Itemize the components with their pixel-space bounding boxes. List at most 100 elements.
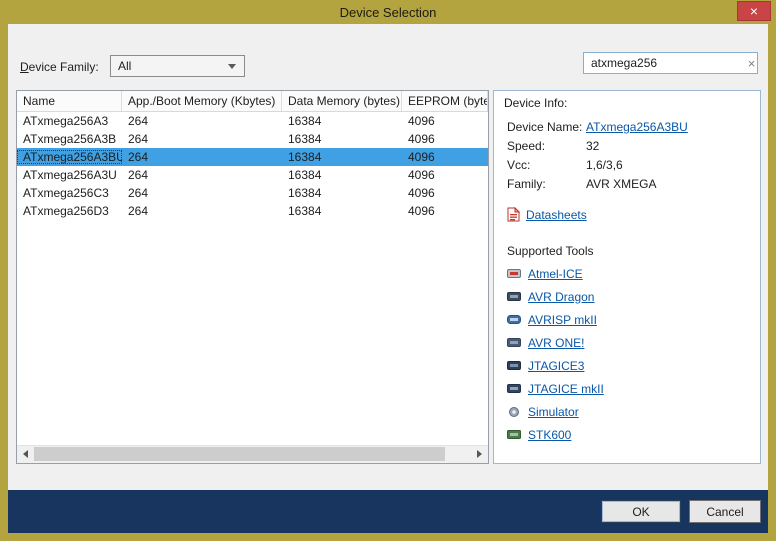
tool-item: Atmel-ICE xyxy=(494,262,760,285)
cancel-button-label: Cancel xyxy=(706,505,743,519)
vcc-field: Vcc: 1,6/3,6 xyxy=(494,158,760,177)
scroll-left-icon xyxy=(19,450,28,458)
dialog-content: Device Family: All × Name App./Boot Memo… xyxy=(8,24,768,533)
cell-eeprom: 4096 xyxy=(402,186,488,200)
device-name-label: Device Name: xyxy=(507,120,586,134)
search-input[interactable] xyxy=(584,56,746,70)
atmel-ice-icon xyxy=(507,268,521,279)
tool-item: AVR Dragon xyxy=(494,285,760,308)
cell-eeprom: 4096 xyxy=(402,168,488,182)
table-row[interactable]: ATxmega256A3 264 16384 4096 xyxy=(17,112,488,130)
clear-search-icon[interactable]: × xyxy=(746,57,757,70)
cell-app-boot-memory: 264 xyxy=(122,186,282,200)
datasheets-link[interactable]: Datasheets xyxy=(526,208,587,222)
cell-data-memory: 16384 xyxy=(282,186,402,200)
cell-name: ATxmega256A3U xyxy=(17,168,122,182)
scroll-right-button[interactable] xyxy=(471,446,488,462)
tool-item: AVR ONE! xyxy=(494,331,760,354)
vcc-label: Vcc: xyxy=(507,158,586,172)
close-button[interactable]: × xyxy=(737,1,771,21)
tool-item: STK600 xyxy=(494,423,760,446)
tool-link[interactable]: AVR ONE! xyxy=(528,336,584,350)
tool-link[interactable]: JTAGICE mkII xyxy=(528,382,604,396)
tool-item: JTAGICE3 xyxy=(494,354,760,377)
table-row[interactable]: ATxmega256D3 264 16384 4096 xyxy=(17,202,488,220)
cell-data-memory: 16384 xyxy=(282,114,402,128)
close-icon: × xyxy=(750,4,758,18)
cell-app-boot-memory: 264 xyxy=(122,132,282,146)
cell-data-memory: 16384 xyxy=(282,150,402,164)
avr-dragon-icon xyxy=(507,291,521,302)
cell-eeprom: 4096 xyxy=(402,114,488,128)
device-name-link[interactable]: ATxmega256A3BU xyxy=(586,120,688,134)
datasheets-row: Datasheets xyxy=(494,196,760,222)
device-table: Name App./Boot Memory (Kbytes) Data Memo… xyxy=(16,90,489,464)
cell-eeprom: 4096 xyxy=(402,204,488,218)
cell-eeprom: 4096 xyxy=(402,150,488,164)
tool-link[interactable]: Atmel-ICE xyxy=(528,267,583,281)
cell-app-boot-memory: 264 xyxy=(122,114,282,128)
device-info-title: Device Info: xyxy=(494,91,760,120)
tool-link[interactable]: AVR Dragon xyxy=(528,290,594,304)
cell-name: ATxmega256D3 xyxy=(17,204,122,218)
table-row[interactable]: ATxmega256C3 264 16384 4096 xyxy=(17,184,488,202)
table-header: Name App./Boot Memory (Kbytes) Data Memo… xyxy=(17,91,488,112)
avr-one-icon xyxy=(507,337,521,348)
chevron-down-icon xyxy=(228,64,236,69)
cell-eeprom: 4096 xyxy=(402,132,488,146)
scrollbar-thumb[interactable] xyxy=(34,447,445,461)
device-family-select[interactable]: All xyxy=(110,55,245,77)
cell-name: ATxmega256C3 xyxy=(17,186,122,200)
horizontal-scrollbar[interactable] xyxy=(17,445,488,463)
table-row[interactable]: ATxmega256A3B 264 16384 4096 xyxy=(17,130,488,148)
column-header-eeprom[interactable]: EEPROM (bytes) xyxy=(402,91,488,111)
column-header-data-memory[interactable]: Data Memory (bytes) xyxy=(282,91,402,111)
search-box: × xyxy=(583,52,758,74)
scroll-left-button[interactable] xyxy=(17,446,34,462)
cell-app-boot-memory: 264 xyxy=(122,204,282,218)
jtagice3-icon xyxy=(507,360,521,371)
footer-bar: OK Cancel xyxy=(8,490,768,533)
tool-link[interactable]: JTAGICE3 xyxy=(528,359,584,373)
cell-data-memory: 16384 xyxy=(282,168,402,182)
cell-name: ATxmega256A3BU xyxy=(17,150,122,164)
cell-name: ATxmega256A3B xyxy=(17,132,122,146)
cell-data-memory: 16384 xyxy=(282,132,402,146)
supported-tools-title: Supported Tools xyxy=(494,222,760,262)
cancel-button[interactable]: Cancel xyxy=(689,500,761,523)
cell-name: ATxmega256A3 xyxy=(17,114,122,128)
speed-field: Speed: 32 xyxy=(494,139,760,158)
tool-link[interactable]: STK600 xyxy=(528,428,571,442)
cell-app-boot-memory: 264 xyxy=(122,168,282,182)
speed-value: 32 xyxy=(586,139,599,153)
cell-data-memory: 16384 xyxy=(282,204,402,218)
scroll-right-icon xyxy=(477,450,486,458)
vcc-value: 1,6/3,6 xyxy=(586,158,623,172)
pdf-icon xyxy=(507,207,520,222)
family-label: Family: xyxy=(507,177,586,191)
device-info-panel: Device Info: Device Name: ATxmega256A3BU… xyxy=(493,90,761,464)
ok-button[interactable]: OK xyxy=(601,500,681,523)
speed-label: Speed: xyxy=(507,139,586,153)
column-header-app-boot-memory[interactable]: App./Boot Memory (Kbytes) xyxy=(122,91,282,111)
ok-button-label: OK xyxy=(632,505,649,519)
titlebar: Device Selection xyxy=(0,0,776,24)
tool-link[interactable]: Simulator xyxy=(528,405,579,419)
jtagice-mkii-icon xyxy=(507,383,521,394)
family-value: AVR XMEGA xyxy=(586,177,656,191)
table-row[interactable]: ATxmega256A3U 264 16384 4096 xyxy=(17,166,488,184)
device-family-value: All xyxy=(111,59,228,73)
tool-item: Simulator xyxy=(494,400,760,423)
table-row-selected[interactable]: ATxmega256A3BU 264 16384 4096 xyxy=(17,148,488,166)
tool-item: AVRISP mkII xyxy=(494,308,760,331)
stk600-icon xyxy=(507,429,521,440)
column-header-name[interactable]: Name xyxy=(17,91,122,111)
device-name-field: Device Name: ATxmega256A3BU xyxy=(494,120,760,139)
avrisp-mkii-icon xyxy=(507,314,521,325)
simulator-icon xyxy=(507,406,521,418)
cell-app-boot-memory: 264 xyxy=(122,150,282,164)
tool-link[interactable]: AVRISP mkII xyxy=(528,313,597,327)
tool-item: JTAGICE mkII xyxy=(494,377,760,400)
window-title: Device Selection xyxy=(340,5,437,20)
family-field: Family: AVR XMEGA xyxy=(494,177,760,196)
